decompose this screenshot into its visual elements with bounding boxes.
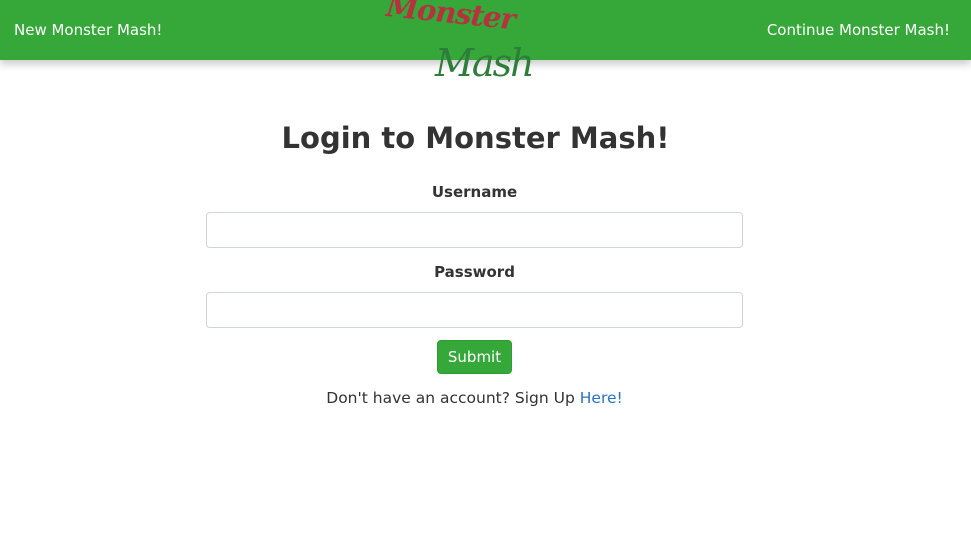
new-monster-mash-link[interactable]: New Monster Mash!	[14, 0, 162, 60]
logo-word-mash: Mash	[434, 41, 533, 85]
login-page: Login to Monster Mash! Username Password…	[0, 60, 971, 543]
signup-prompt-text: Don't have an account? Sign Up	[326, 389, 575, 407]
password-input[interactable]	[206, 292, 743, 328]
signup-here-link[interactable]: Here!	[580, 389, 623, 407]
signup-prompt: Don't have an account? Sign Up Here!	[0, 387, 949, 409]
page-title: Login to Monster Mash!	[281, 121, 670, 155]
username-label: Username	[431, 183, 518, 201]
username-input[interactable]	[206, 212, 743, 248]
monster-mash-logo[interactable]: Monster Mash	[383, 0, 548, 86]
continue-monster-mash-link[interactable]: Continue Monster Mash!	[767, 0, 950, 60]
password-label: Password	[434, 263, 515, 281]
logo-word-monster: Monster	[384, 0, 521, 37]
submit-button[interactable]: Submit	[437, 340, 512, 374]
